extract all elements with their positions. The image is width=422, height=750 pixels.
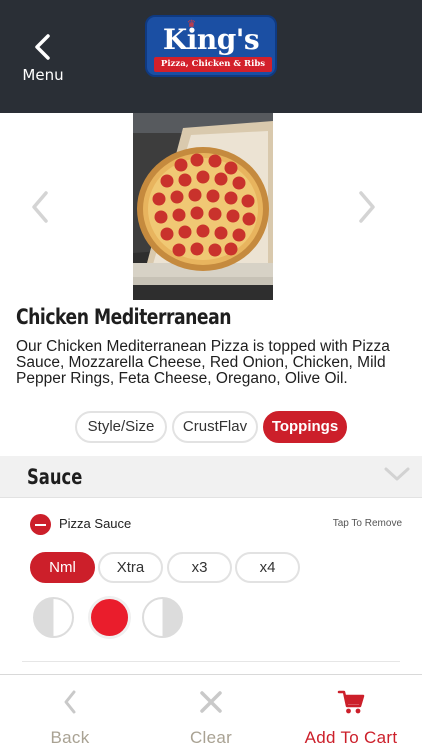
menu-button[interactable]: Menu [18,30,68,92]
left-half-icon[interactable] [33,597,74,638]
add-to-cart-label: Add To Cart [304,728,398,747]
amount-normal[interactable]: Nml [30,552,95,583]
tab-toppings[interactable]: Toppings [263,411,347,443]
product-title: Chicken Mediterranean [16,305,231,329]
section-title: Sauce [27,465,83,489]
bottom-toolbar: Back Clear Add To Cart [0,674,422,750]
logo-tagline: Pizza, Chicken & Ribs [154,57,272,72]
sauce-item-name: Pizza Sauce [59,516,132,531]
cart-icon [337,690,365,714]
tab-style-size[interactable]: Style/Size [75,411,167,443]
chevron-left-icon [35,34,50,60]
amount-x4[interactable]: x4 [235,552,300,583]
divider [22,661,400,662]
product-photo [133,113,273,300]
remove-icon[interactable] [30,514,51,535]
pizza-image [133,113,273,300]
amount-x3[interactable]: x3 [167,552,232,583]
right-half-icon[interactable] [142,597,183,638]
product-description: Our Chicken Mediterranean Pizza is toppe… [16,338,390,387]
tap-to-remove-hint: Tap To Remove [332,518,402,529]
chevron-left-icon [64,690,76,714]
menu-label: Menu [22,66,64,84]
app-header: Menu ♛ King's Pizza, Chicken & Ribs [0,0,422,113]
previous-image-arrow[interactable] [30,190,50,224]
clear-label: Clear [189,728,233,747]
next-image-arrow[interactable] [357,190,377,224]
sauce-item-row[interactable]: Pizza Sauce Tap To Remove [30,514,402,536]
chevron-down-icon [384,467,410,481]
kings-logo: ♛ King's Pizza, Chicken & Ribs [145,15,277,77]
sauce-section-header[interactable]: Sauce [0,456,422,498]
close-icon [200,691,222,713]
whole-pizza-icon[interactable] [89,597,130,638]
tab-crust-flavor[interactable]: CrustFlav [172,411,258,443]
add-to-cart-button[interactable]: Add To Cart [281,675,421,750]
back-label: Back [50,728,90,747]
logo-brand: King's [162,23,260,56]
back-button[interactable]: Back [0,675,140,750]
amount-extra[interactable]: Xtra [98,552,163,583]
clear-button[interactable]: Clear [141,675,281,750]
